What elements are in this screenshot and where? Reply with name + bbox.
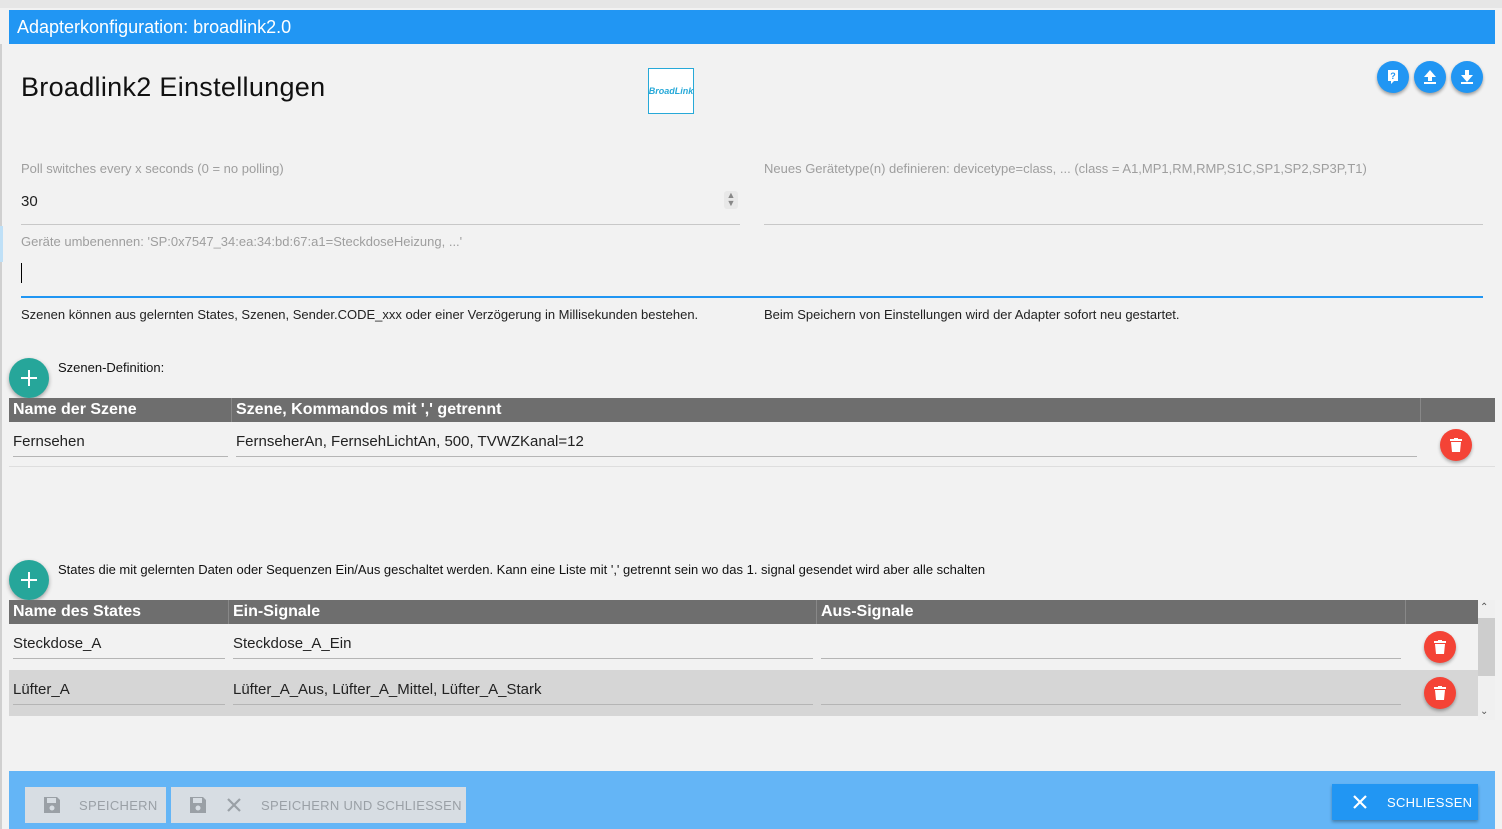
col-scene-name: Name der Szene xyxy=(13,401,137,418)
close-label: SCHLIESSEN xyxy=(1387,794,1473,810)
trash-icon xyxy=(1450,438,1462,452)
rename-input[interactable] xyxy=(21,264,1481,288)
devicetype-underline xyxy=(764,224,1483,225)
col-scene-commands: Szene, Kommandos mit ',' getrennt xyxy=(236,401,502,418)
help-button[interactable]: ? xyxy=(1377,61,1409,93)
upload-icon xyxy=(1424,70,1436,84)
scene-name-input[interactable]: Fernsehen xyxy=(13,433,85,450)
state-off-underline xyxy=(821,658,1401,659)
delete-state-button[interactable] xyxy=(1424,631,1456,663)
window-top-border xyxy=(0,0,1502,8)
save-icon xyxy=(44,797,60,813)
state-off-underline xyxy=(821,704,1401,705)
rename-label: Geräte umbenennen: 'SP:0x7547_34:ea:34:b… xyxy=(21,234,463,249)
scene-name-underline xyxy=(13,456,228,457)
upload-button[interactable] xyxy=(1414,61,1446,93)
close-button[interactable]: SCHLIESSEN xyxy=(1332,784,1478,820)
plus-icon xyxy=(21,370,37,386)
delete-scene-button[interactable] xyxy=(1440,429,1472,461)
column-separator xyxy=(1420,398,1421,422)
plus-icon xyxy=(21,572,37,588)
col-state-name: Name des States xyxy=(13,603,142,620)
devicetype-label: Neues Gerätetype(n) definieren: devicety… xyxy=(764,161,1367,176)
help-icon: ? xyxy=(1388,70,1398,84)
restart-help-text: Beim Speichern von Einstellungen wird de… xyxy=(764,307,1180,322)
save-button[interactable]: SPEICHERN xyxy=(25,787,166,823)
state-name-underline xyxy=(13,704,225,705)
scenes-section-label: Szenen-Definition: xyxy=(58,360,165,375)
close-icon xyxy=(1353,795,1367,809)
download-icon xyxy=(1461,70,1473,84)
scenes-table-header: Name der Szene Szene, Kommandos mit ',' … xyxy=(9,398,1495,422)
save-and-close-button[interactable]: SPEICHERN UND SCHLIESSEN xyxy=(171,787,466,823)
add-scene-button[interactable] xyxy=(9,358,49,398)
scene-commands-underline xyxy=(236,456,1417,457)
poll-input[interactable]: 30 xyxy=(21,193,38,210)
col-on-signals: Ein-Signale xyxy=(233,603,321,620)
number-spinner[interactable]: ▲ ▼ xyxy=(724,191,738,209)
col-off-signals: Aus-Signale xyxy=(821,603,914,620)
scenes-help-text: Szenen können aus gelernten States, Szen… xyxy=(21,307,699,322)
state-name-input[interactable]: Lüfter_A xyxy=(13,681,70,698)
text-cursor xyxy=(21,263,22,283)
rename-underline xyxy=(21,296,1483,298)
scroll-up-icon[interactable]: ⌃ xyxy=(1480,602,1488,613)
state-name-underline xyxy=(13,658,225,659)
save-label: SPEICHERN xyxy=(79,797,158,813)
state-on-underline xyxy=(233,704,813,705)
scene-commands-input[interactable]: FernseherAn, FernsehLichtAn, 500, TVWZKa… xyxy=(236,433,584,450)
state-on-input[interactable]: Steckdose_A_Ein xyxy=(233,635,351,652)
focus-indicator xyxy=(0,226,3,262)
state-on-underline xyxy=(233,658,813,659)
left-edge xyxy=(0,44,2,829)
scroll-down-icon[interactable]: ⌄ xyxy=(1480,706,1488,717)
download-button[interactable] xyxy=(1451,61,1483,93)
poll-label: Poll switches every x seconds (0 = no po… xyxy=(21,161,284,176)
table-row-highlight xyxy=(9,670,1478,716)
scrollbar-thumb[interactable] xyxy=(1478,618,1495,676)
broadlink-logo: BroadLink xyxy=(648,68,694,114)
column-separator xyxy=(1405,600,1406,624)
poll-underline xyxy=(21,224,740,225)
trash-icon xyxy=(1434,686,1446,700)
page-title: Broadlink2 Einstellungen xyxy=(21,72,326,102)
trash-icon xyxy=(1434,640,1446,654)
svg-text:?: ? xyxy=(1390,71,1396,81)
state-name-input[interactable]: Steckdose_A xyxy=(13,635,101,652)
scenes-table-bottom xyxy=(9,466,1495,467)
save-icon xyxy=(190,797,206,813)
dialog-title: Adapterkonfiguration: broadlink2.0 xyxy=(9,10,1495,44)
close-icon xyxy=(227,798,241,812)
states-table-header: Name des States Ein-Signale Aus-Signale xyxy=(9,600,1478,624)
save-and-close-label: SPEICHERN UND SCHLIESSEN xyxy=(261,797,462,813)
add-state-button[interactable] xyxy=(9,560,49,600)
state-on-input[interactable]: Lüfter_A_Aus, Lüfter_A_Mittel, Lüfter_A_… xyxy=(233,681,542,698)
states-section-label: States die mit gelernten Daten oder Sequ… xyxy=(58,562,986,577)
delete-state-button[interactable] xyxy=(1424,677,1456,709)
